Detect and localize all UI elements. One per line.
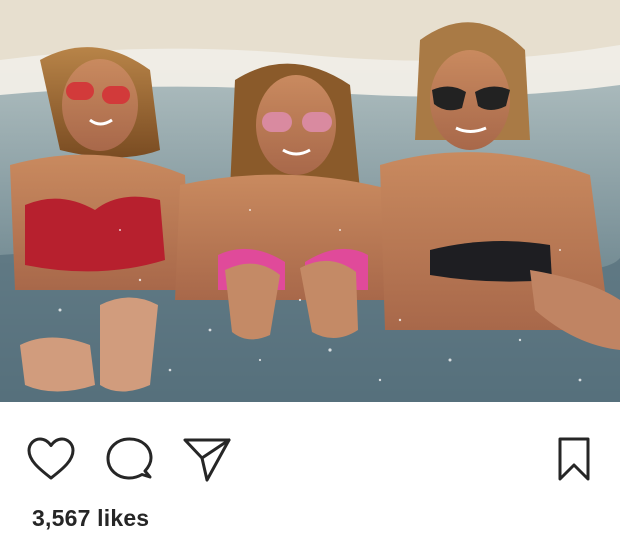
paper-plane-icon [183,438,231,482]
like-button[interactable] [24,432,78,486]
instagram-post: 3,567 likes [0,0,620,550]
comment-button[interactable] [102,432,156,486]
save-button[interactable] [551,432,597,486]
bookmark-icon [558,437,590,481]
comment-bubble-icon [106,437,153,480]
beach-photo-illustration [0,0,620,402]
heart-icon [27,437,75,480]
share-button[interactable] [180,432,234,486]
post-photo[interactable] [0,0,620,402]
likes-count[interactable]: 3,567 likes [32,505,149,532]
post-action-bar [0,402,620,502]
